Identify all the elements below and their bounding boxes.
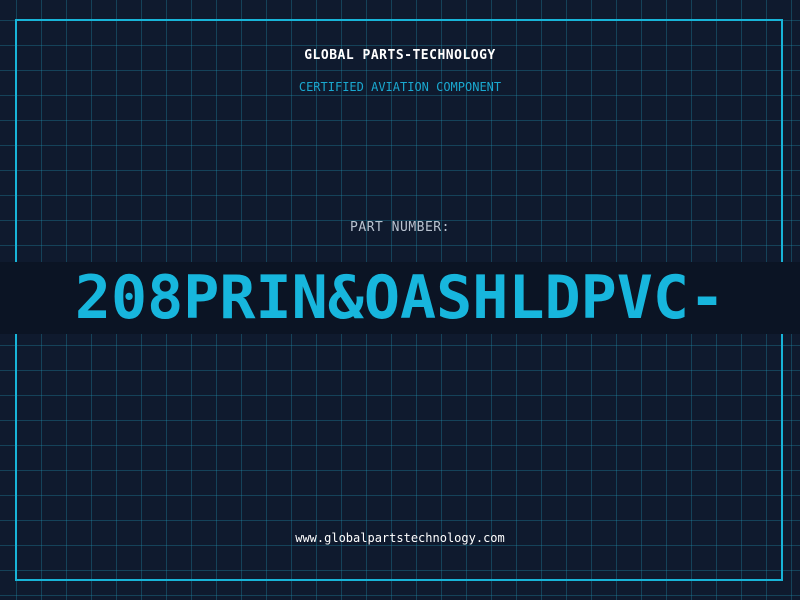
part-number-label: PART NUMBER:: [350, 220, 450, 235]
part-number-band: 208PRIN&OASHLDPVC-: [0, 262, 800, 334]
certification-subtitle: CERTIFIED AVIATION COMPONENT: [298, 80, 502, 94]
part-number-value: 208PRIN&OASHLDPVC-: [74, 263, 726, 333]
company-name: GLOBAL PARTS-TECHNOLOGY: [304, 48, 496, 63]
website-url: www.globalpartstechnology.com: [295, 531, 505, 545]
